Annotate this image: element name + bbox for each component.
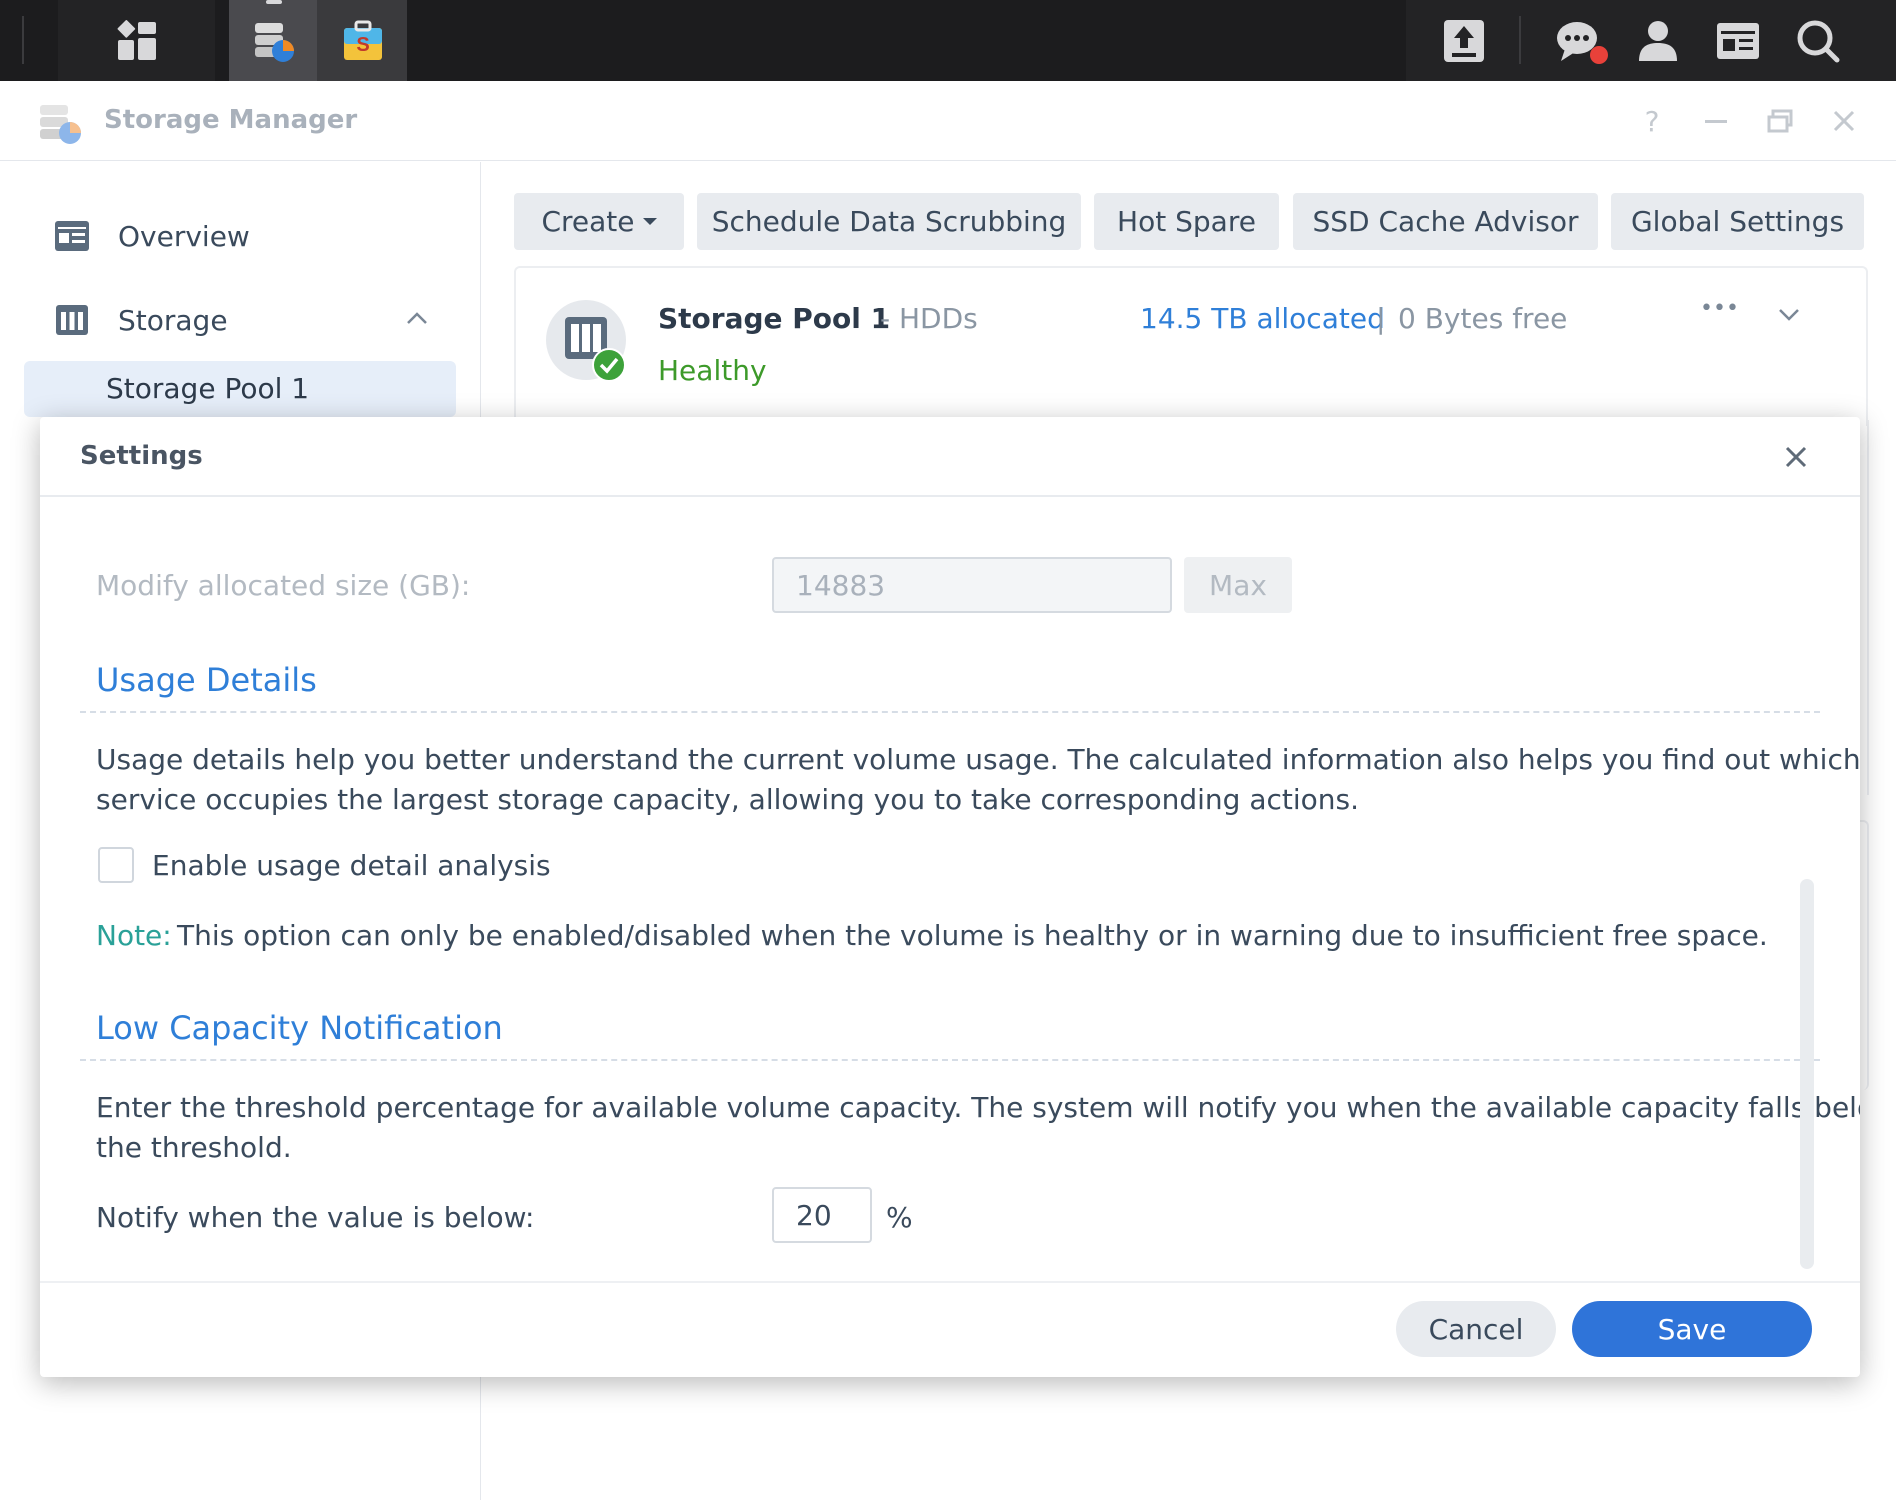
notify-threshold-label: Notify when the value is below: <box>96 1201 535 1234</box>
taskbar-storage-manager[interactable] <box>229 0 317 81</box>
dialog-scrollbar[interactable] <box>1800 879 1814 1269</box>
window-title: Storage Manager <box>104 105 358 135</box>
main-menu-button[interactable] <box>58 0 215 81</box>
sidebar-item-overview[interactable]: Overview <box>24 207 456 265</box>
usage-description-line2: service occupies the largest storage cap… <box>96 783 1360 816</box>
widgets-icon <box>1717 22 1759 59</box>
low-capacity-description-line1: Enter the threshold percentage for avail… <box>96 1091 1860 1124</box>
settings-dialog: Settings Modify allocated size (GB): 148… <box>40 417 1860 1377</box>
sidebar-item-label: Overview <box>118 219 250 253</box>
restore-button[interactable] <box>1762 103 1798 139</box>
pool-free: 0 Bytes free <box>1398 302 1568 335</box>
taskbar-package-center[interactable]: S <box>319 0 407 81</box>
dialog-footer: Cancel Save <box>40 1281 1860 1377</box>
overview-icon <box>54 218 90 254</box>
storage-manager-icon <box>255 22 294 62</box>
svg-text:S: S <box>356 34 369 56</box>
healthy-check-icon <box>592 348 626 382</box>
enable-usage-label[interactable]: Enable usage detail analysis <box>152 849 551 882</box>
ssd-cache-advisor-button[interactable]: SSD Cache Advisor <box>1293 193 1598 250</box>
upload-queue-button[interactable] <box>1422 0 1506 81</box>
tray-divider <box>1519 16 1521 64</box>
caret-down-icon <box>642 217 657 225</box>
package-center-icon: S <box>344 20 382 60</box>
storage-icon <box>54 302 90 338</box>
search-button[interactable] <box>1776 0 1860 81</box>
close-icon <box>1833 110 1855 132</box>
close-window-button[interactable] <box>1826 103 1862 139</box>
pool-allocated: 14.5 TB allocated <box>1140 302 1385 335</box>
create-label: Create <box>541 205 635 238</box>
enable-usage-checkbox[interactable] <box>98 847 134 883</box>
usage-description-line1: Usage details help you better understand… <box>96 743 1860 776</box>
help-icon: ? <box>1644 104 1660 138</box>
cancel-button[interactable]: Cancel <box>1396 1301 1556 1357</box>
hot-spare-button[interactable]: Hot Spare <box>1094 193 1279 250</box>
low-capacity-description-line2: the threshold. <box>96 1131 292 1164</box>
max-button: Max <box>1184 557 1292 613</box>
storage-pool-card[interactable]: Storage Pool 1 - HDDs Healthy 14.5 TB al… <box>514 266 1868 426</box>
pool-status: Healthy <box>658 354 767 387</box>
taskbar: S <box>0 0 1896 81</box>
storage-manager-app-icon <box>40 105 81 144</box>
chevron-up-icon[interactable] <box>406 311 428 325</box>
pool-separator: | <box>1376 302 1386 335</box>
save-button[interactable]: Save <box>1572 1301 1812 1357</box>
active-indicator <box>266 0 282 4</box>
dialog-close-button[interactable] <box>1778 439 1814 475</box>
percent-unit: % <box>886 1201 913 1234</box>
usage-details-heading: Usage Details <box>96 661 317 699</box>
allocated-size-value: 14883 <box>796 568 886 602</box>
pool-type: - HDDs <box>880 302 978 335</box>
user-button[interactable] <box>1616 0 1700 81</box>
close-icon <box>1785 446 1807 468</box>
window-header: Storage Manager ? <box>0 81 1896 161</box>
section-divider <box>80 711 1820 713</box>
taskbar-divider <box>22 16 24 64</box>
user-icon <box>1639 20 1677 61</box>
global-settings-button[interactable]: Global Settings <box>1611 193 1864 250</box>
sidebar-item-label: Storage <box>118 303 228 337</box>
note-text: This option can only be enabled/disabled… <box>177 919 1768 952</box>
dialog-header: Settings <box>40 417 1860 497</box>
schedule-data-scrubbing-button[interactable]: Schedule Data Scrubbing <box>697 193 1081 250</box>
note-label: Note: <box>96 919 172 952</box>
search-icon <box>1797 20 1840 62</box>
minimize-icon <box>1705 120 1727 123</box>
restore-icon <box>1767 109 1793 133</box>
upload-icon <box>1444 19 1484 62</box>
more-options-button[interactable]: ••• <box>1700 296 1739 321</box>
dialog-title: Settings <box>80 441 203 471</box>
pool-icon <box>546 300 626 382</box>
notifications-button[interactable] <box>1536 0 1620 81</box>
notify-threshold-input[interactable]: 20 <box>772 1187 872 1243</box>
sidebar-item-storage[interactable]: Storage <box>24 291 456 349</box>
sidebar-item-storage-pool-1[interactable]: Storage Pool 1 <box>24 361 456 417</box>
allocated-size-input: 14883 <box>772 557 1172 613</box>
pool-name: Storage Pool 1 <box>658 302 891 335</box>
allocated-size-label: Modify allocated size (GB): <box>96 569 471 602</box>
chevron-down-icon[interactable] <box>1778 308 1800 322</box>
notify-threshold-value: 20 <box>796 1198 832 1232</box>
widgets-button[interactable] <box>1696 0 1780 81</box>
section-divider <box>80 1059 1820 1061</box>
grid-icon <box>117 19 156 60</box>
notification-badge <box>1590 46 1608 64</box>
minimize-button[interactable] <box>1698 103 1734 139</box>
low-capacity-heading: Low Capacity Notification <box>96 1009 503 1047</box>
create-button[interactable]: Create <box>514 193 684 250</box>
help-button[interactable]: ? <box>1634 103 1670 139</box>
